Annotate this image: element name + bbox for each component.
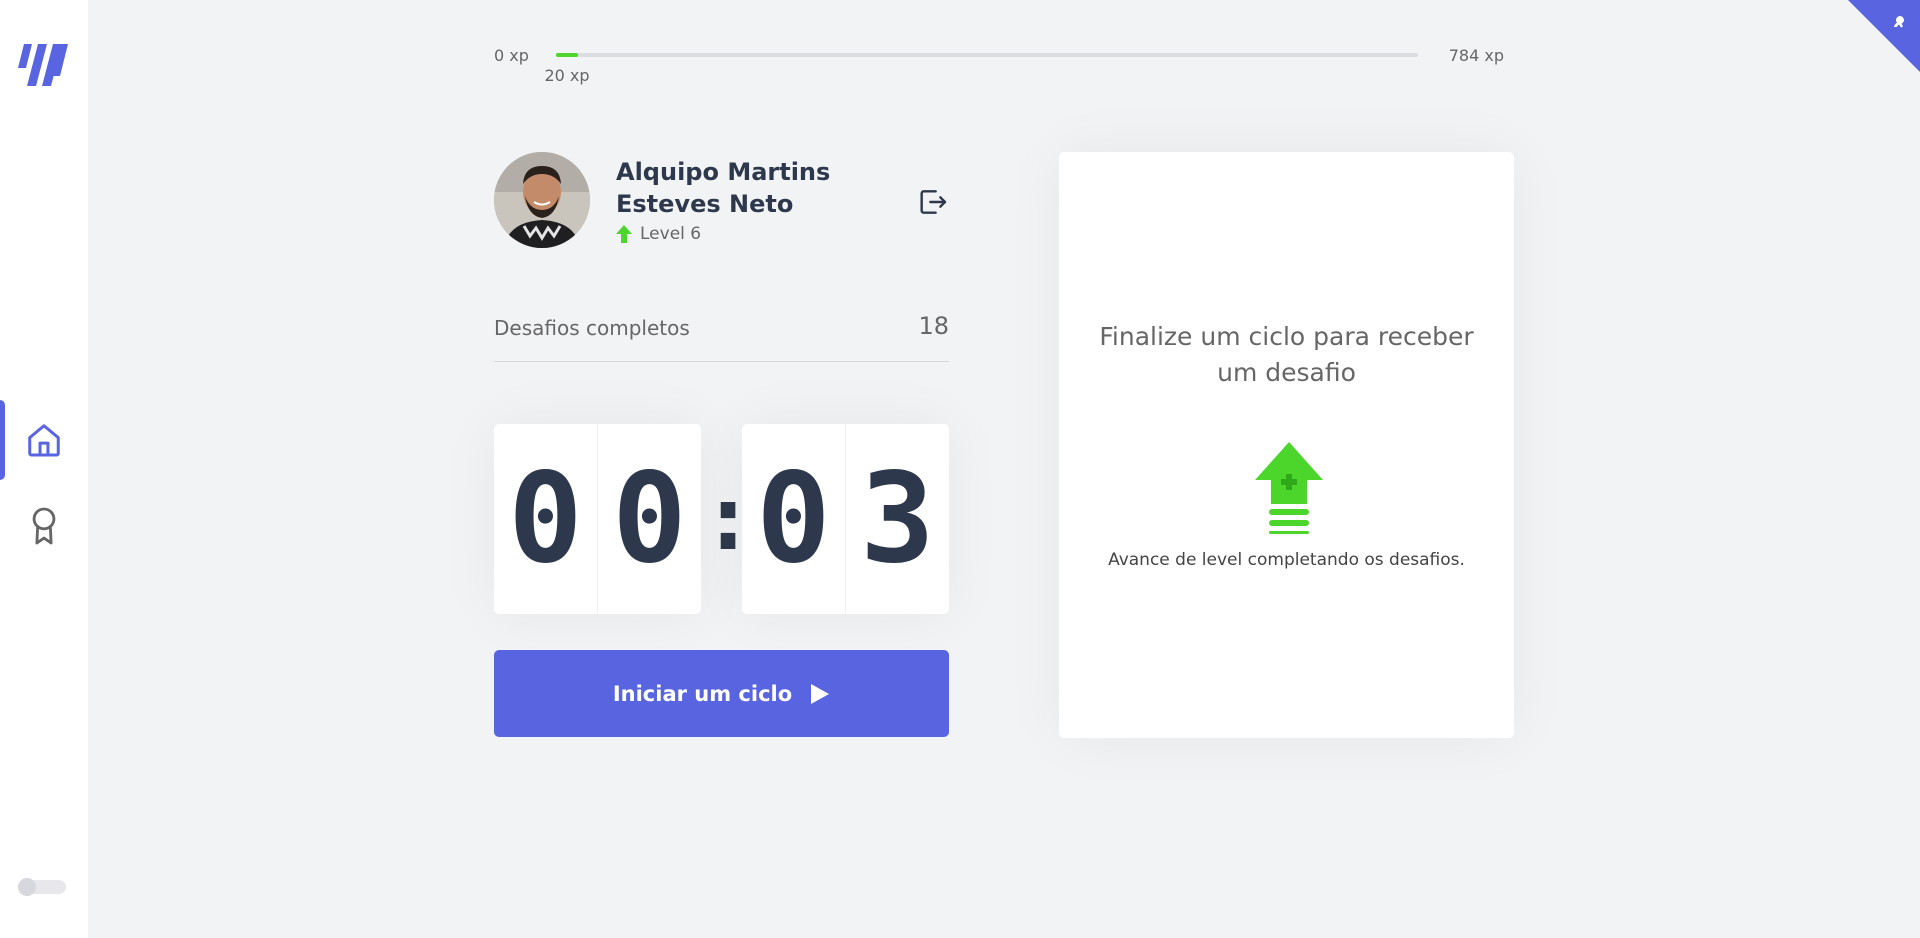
level-up-icon [1255, 442, 1323, 534]
home-icon [28, 424, 60, 457]
challenge-box-text: Avance de level completando os desafios. [1108, 550, 1465, 570]
theme-toggle[interactable] [18, 878, 66, 896]
user-level: Level 6 [616, 224, 701, 244]
challenge-box-title: Finalize um ciclo para receber um desafi… [1099, 322, 1474, 387]
xp-track [556, 53, 1418, 57]
play-icon [811, 683, 830, 704]
github-corner-icon[interactable] [1848, 0, 1920, 72]
countdown-separator: : [701, 466, 756, 571]
sidebar [0, 0, 88, 938]
completed-challenges-count: 18 [918, 312, 949, 340]
second-digit-right: 3 [845, 424, 949, 614]
start-cycle-button[interactable]: Iniciar um ciclo [494, 650, 949, 737]
experience-bar: 0 xp 20 xp 784 xp [494, 42, 1504, 92]
countdown: 0 0 : 0 3 [494, 424, 949, 614]
xp-end-label: 784 xp [1448, 46, 1504, 65]
avatar [494, 152, 590, 248]
countdown-minutes: 0 0 [494, 424, 701, 614]
completed-challenges: Desafios completos 18 [494, 310, 949, 362]
toggle-knob [18, 878, 36, 896]
start-cycle-label: Iniciar um ciclo [612, 681, 793, 706]
countdown-seconds: 0 3 [742, 424, 949, 614]
nav-home[interactable] [0, 400, 88, 480]
challenge-box: Finalize um ciclo para receber um desafi… [1059, 152, 1514, 738]
logout-icon[interactable] [917, 186, 949, 218]
xp-start-label: 0 xp [494, 46, 529, 65]
second-digit-left: 0 [756, 447, 831, 591]
award-icon [32, 507, 56, 545]
level-up-arrow-icon [616, 225, 632, 243]
xp-fill [556, 53, 578, 57]
user-name: Alquipo Martins Esteves Neto [616, 158, 831, 218]
moveit-logo-icon[interactable] [18, 38, 70, 86]
avatar-image [494, 152, 590, 248]
minute-digit-left: 0 [508, 447, 583, 591]
completed-challenges-label: Desafios completos [494, 316, 690, 340]
nav-leaderboard[interactable] [0, 486, 88, 566]
profile: Alquipo Martins Esteves Neto Level 6 [494, 152, 949, 252]
level-label: Level 6 [640, 224, 702, 244]
minute-digit-right: 0 [597, 424, 701, 614]
xp-current-label: 20 xp [544, 66, 590, 85]
